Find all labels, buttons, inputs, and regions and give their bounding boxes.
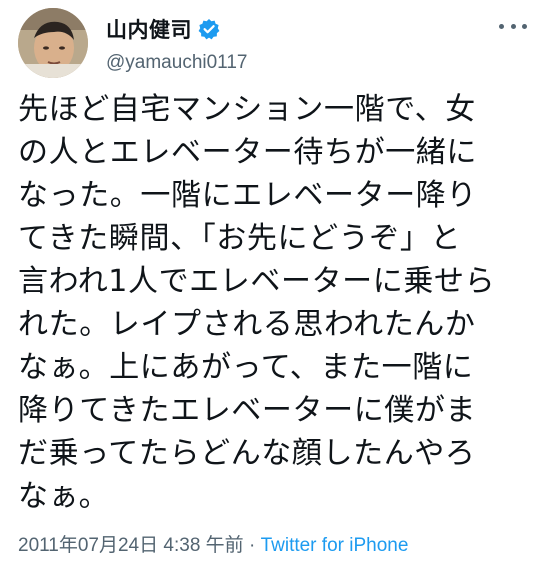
tweet-source-link[interactable]: Twitter for iPhone [261,535,409,556]
author-display-name[interactable]: 山内健司 [106,14,192,44]
meta-separator: · [243,535,261,556]
verified-badge-icon [198,18,220,40]
more-dot-icon [499,23,504,29]
more-options-button[interactable] [499,16,527,36]
tweet-text: 先ほど自宅マンション一階で、女 の人とエレベーター待ちが一緒に なった。一階にエ… [18,92,496,514]
avatar-photo-icon [18,8,88,78]
author-name-row: 山内健司 [106,14,220,44]
tweet-meta: 2011年07月24日 4:38 午前 · Twitter for iPhone [18,530,408,557]
tweet-card: 山内健司 @yamauchi0117 先ほど自宅マンション一階で、女 の人とエレ… [0,0,543,565]
avatar[interactable] [18,8,88,78]
more-dot-icon [522,23,527,29]
tweet-timestamp[interactable]: 2011年07月24日 4:38 午前 [18,535,244,556]
more-dot-icon [510,23,516,29]
author-handle[interactable]: @yamauchi0117 [106,52,247,74]
